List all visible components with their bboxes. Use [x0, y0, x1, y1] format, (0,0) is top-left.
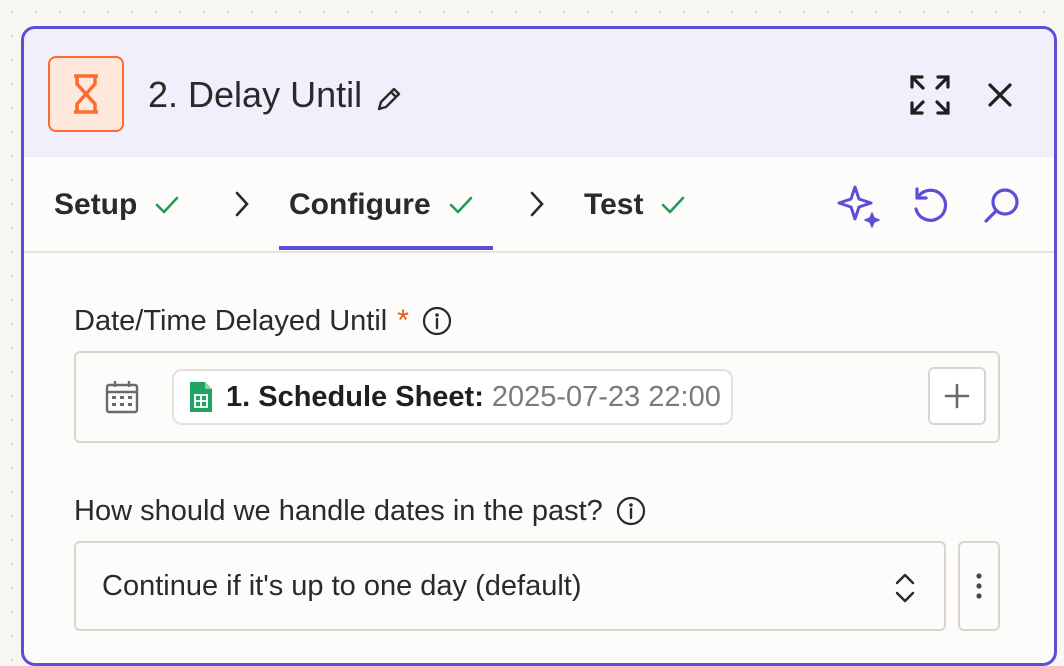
- info-icon[interactable]: [615, 495, 647, 527]
- expand-icon[interactable]: [908, 73, 952, 117]
- check-icon: [449, 196, 472, 214]
- info-icon[interactable]: [421, 305, 453, 337]
- plus-icon: [944, 383, 970, 409]
- add-field-button[interactable]: [928, 367, 986, 425]
- check-icon: [156, 196, 179, 214]
- ai-sparkle-icon[interactable]: [836, 183, 882, 229]
- datetime-label: Date/Time Delayed Until *: [74, 301, 453, 341]
- step-title-text: 2. Delay Until: [148, 74, 363, 115]
- pill-source-label: 1. Schedule Sheet:: [226, 380, 484, 413]
- kebab-menu-icon: [976, 573, 982, 599]
- delay-until-panel: 2. Delay Until Setup Configure Test Date…: [21, 26, 1057, 666]
- mapped-field-pill[interactable]: 1. Schedule Sheet: 2025-07-23 22:00: [172, 369, 733, 425]
- datetime-label-text: Date/Time Delayed Until: [74, 304, 388, 337]
- chevron-right-icon: [235, 191, 249, 217]
- active-tab-indicator: [279, 246, 493, 250]
- tab-test[interactable]: Test: [584, 185, 687, 225]
- past-dates-selected-value: Continue if it's up to one day (default): [102, 569, 582, 602]
- more-options-button[interactable]: [958, 541, 1000, 631]
- tab-label: Setup: [54, 188, 138, 221]
- check-icon: [662, 196, 685, 214]
- past-dates-select[interactable]: Continue if it's up to one day (default): [74, 541, 946, 631]
- calendar-icon: [104, 379, 140, 415]
- pill-value: 2025-07-23 22:00: [491, 380, 721, 413]
- google-sheets-icon: [190, 382, 212, 412]
- panel-header: 2. Delay Until: [24, 29, 1054, 157]
- step-title: 2. Delay Until: [148, 73, 404, 117]
- close-icon[interactable]: [982, 77, 1018, 113]
- tab-label: Test: [584, 188, 644, 221]
- undo-icon[interactable]: [907, 183, 953, 229]
- datetime-field[interactable]: 1. Schedule Sheet: 2025-07-23 22:00: [74, 351, 1000, 443]
- chevron-right-icon: [530, 191, 544, 217]
- search-icon[interactable]: [979, 183, 1025, 229]
- hourglass-icon: [48, 56, 124, 132]
- past-dates-label-text: How should we handle dates in the past?: [74, 494, 603, 527]
- tab-configure[interactable]: Configure: [289, 185, 475, 225]
- tab-setup[interactable]: Setup: [54, 185, 181, 225]
- required-marker: *: [397, 304, 409, 337]
- tab-label: Configure: [289, 188, 431, 221]
- pencil-icon[interactable]: [374, 80, 404, 111]
- select-arrows-icon: [895, 573, 915, 603]
- past-dates-label: How should we handle dates in the past?: [74, 491, 647, 531]
- step-tabs: Setup Configure Test: [24, 157, 1054, 253]
